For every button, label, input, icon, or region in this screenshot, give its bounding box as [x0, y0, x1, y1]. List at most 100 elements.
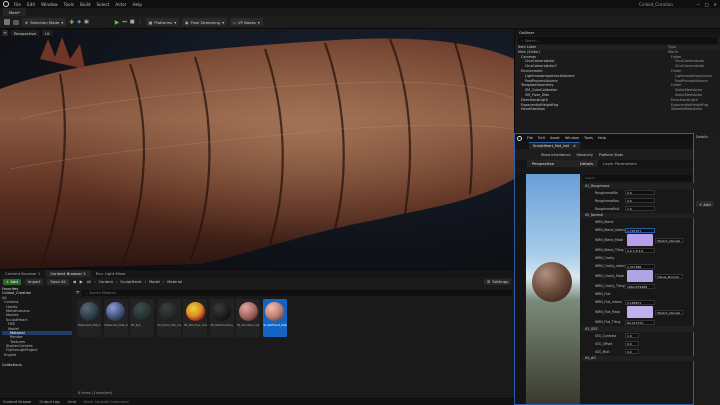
- asset-tile[interactable]: MI_SkinMat_inst: [236, 299, 260, 337]
- breadcrumb-item[interactable]: Content: [99, 280, 113, 284]
- close-icon[interactable]: ✕: [573, 144, 576, 148]
- property-value[interactable]: 0.0: [625, 190, 655, 195]
- details-tab[interactable]: Details: [694, 133, 720, 141]
- add-actor-icon[interactable]: ✚: [69, 19, 74, 26]
- asset-tile[interactable]: Material2_Mat_Inst: [103, 299, 128, 337]
- menu-item[interactable]: Tools: [584, 136, 593, 140]
- outliner-row[interactable]: HeartSkeleton SkeletalMeshActor: [515, 107, 720, 112]
- import-button[interactable]: Import: [24, 278, 44, 285]
- settings-button[interactable]: ⚙ Settings: [484, 278, 511, 285]
- platform-stats-button[interactable]: Platform Stats: [599, 153, 623, 157]
- texture-thumbnail[interactable]: [627, 306, 653, 318]
- property-value[interactable]: 1.797977: [625, 227, 655, 233]
- texture-dropdown[interactable]: Tissue_Normal: [655, 273, 683, 279]
- asset-search-input[interactable]: ⌕ Search Material: [82, 289, 512, 296]
- hierarchy-button[interactable]: Hierarchy: [576, 153, 592, 157]
- add-button[interactable]: + Add: [3, 278, 21, 285]
- content-drawer-button[interactable]: Content Drawer: [3, 400, 32, 404]
- close-icon[interactable]: ✕: [713, 2, 717, 7]
- tab-viewport[interactable]: Perspective: [527, 160, 575, 167]
- perspective-button[interactable]: Perspective: [11, 30, 39, 36]
- collections-header[interactable]: Collections: [2, 363, 72, 367]
- property-value[interactable]: 4.0 1.8 4.0: [625, 247, 655, 253]
- maximize-icon[interactable]: □: [705, 2, 709, 7]
- sequencer-icon[interactable]: ▣: [84, 19, 89, 25]
- selection-mode-dropdown[interactable]: ➤ Selection Mode ▾: [22, 18, 67, 26]
- viewport-menu-icon[interactable]: ≡: [2, 30, 8, 36]
- tab-content-browser-1[interactable]: Content Browser 1: [0, 270, 45, 277]
- menu-select[interactable]: Select: [96, 2, 109, 7]
- play-options-icon[interactable]: ⋮: [138, 19, 143, 25]
- menu-item[interactable]: Asset: [550, 136, 560, 140]
- texture-thumbnail[interactable]: [627, 234, 653, 246]
- property-value[interactable]: 1.0: [625, 206, 655, 211]
- menu-edit[interactable]: Edit: [27, 2, 35, 7]
- property-value[interactable]: 60.417370: [625, 319, 655, 325]
- menu-item[interactable]: Help: [598, 136, 606, 140]
- unreal-logo-icon[interactable]: [517, 135, 522, 141]
- output-log-button[interactable]: Output Log: [40, 400, 60, 404]
- save-icon[interactable]: [4, 19, 10, 25]
- add-component-button[interactable]: + Add: [696, 201, 714, 207]
- minimize-icon[interactable]: ─: [697, 2, 700, 7]
- platforms-button[interactable]: ▦ Platforms ▾: [145, 18, 180, 26]
- asset-tile[interactable]: MI_Eye: [130, 299, 154, 337]
- tab-details[interactable]: Details: [575, 160, 599, 167]
- property-value[interactable]: 0.0: [625, 349, 639, 354]
- stop-icon[interactable]: ■: [130, 19, 135, 25]
- menu-actor[interactable]: Actor: [115, 2, 126, 7]
- blueprint-icon[interactable]: ◆: [77, 19, 81, 25]
- level-tab[interactable]: Main*: [3, 8, 26, 16]
- cmd-dropdown[interactable]: Cmd: [68, 400, 76, 404]
- texture-dropdown[interactable]: Stretch_Normal: [655, 309, 683, 315]
- section-ao[interactable]: 04_AO: [581, 355, 694, 361]
- breadcrumb-item[interactable]: SculptHeart: [120, 280, 141, 284]
- menu-item[interactable]: Window: [565, 136, 579, 140]
- menu-window[interactable]: Window: [41, 2, 58, 7]
- outliner-search[interactable]: ⌕ Search...: [518, 37, 717, 44]
- play-icon[interactable]: ▶: [115, 19, 120, 26]
- asset-tile[interactable]: Material1_Mat_Inst: [77, 299, 101, 337]
- property-value[interactable]: 0.0: [625, 341, 639, 346]
- tab-env-light-mixer[interactable]: Env. Light Mixer: [91, 270, 131, 277]
- unreal-logo-icon[interactable]: [3, 1, 9, 7]
- browse-icon[interactable]: [13, 19, 19, 25]
- tab-layer-parameters[interactable]: Layer Parameters: [598, 160, 642, 167]
- menu-file[interactable]: File: [14, 2, 21, 7]
- lit-button[interactable]: Lit: [42, 30, 53, 36]
- step-icon[interactable]: ⏭: [122, 19, 127, 25]
- asset-tile[interactable]: MI_Eye2_Mat_Inst: [156, 299, 181, 337]
- breadcrumb-item[interactable]: All: [87, 280, 91, 284]
- console-input[interactable]: Enter Console Command: [84, 400, 129, 404]
- details-search[interactable]: Search: [583, 175, 692, 181]
- property-value[interactable]: 1.0: [625, 333, 639, 338]
- texture-thumbnail[interactable]: [627, 270, 653, 282]
- asset-tile[interactable]: MI_Mat_Eye_Inst: [183, 299, 207, 337]
- breadcrumb-item[interactable]: Material: [167, 280, 182, 284]
- menu-build[interactable]: Build: [80, 2, 91, 7]
- property-value[interactable]: 1864.879988: [625, 283, 655, 289]
- menu-tools[interactable]: Tools: [64, 2, 74, 7]
- property-value[interactable]: 1.317486: [625, 263, 655, 269]
- asset-tile[interactable]: MI_MetaSurface_inst: [209, 299, 234, 337]
- property-value[interactable]: 0.5: [625, 198, 655, 203]
- material-preview-viewport[interactable]: [526, 174, 580, 404]
- menu-item[interactable]: Edit: [538, 136, 545, 140]
- asset-tile-selected[interactable]: SculptHeart_Mat_Inst: [262, 299, 287, 337]
- forward-icon[interactable]: ▶: [80, 279, 83, 284]
- show-inheritance-button[interactable]: Show Inheritance: [541, 153, 570, 157]
- menu-help[interactable]: Help: [132, 2, 142, 7]
- tree-item[interactable]: Engine: [2, 353, 72, 357]
- pixel-streaming-button[interactable]: ◉ Pixel Streaming ▾: [182, 18, 227, 26]
- filter-icon[interactable]: ⛛: [76, 290, 79, 295]
- vp-nodes-button[interactable]: ◇ VP Nodes ▾: [230, 18, 263, 26]
- breadcrumb-item[interactable]: Model: [149, 280, 160, 284]
- save-all-button[interactable]: Save All: [47, 278, 69, 285]
- texture-dropdown[interactable]: Stretch_Normal: [655, 237, 683, 243]
- level-viewport[interactable]: [0, 29, 514, 269]
- back-icon[interactable]: ◀: [73, 279, 76, 284]
- tab-content-browser-2[interactable]: Content Browser 2: [45, 270, 91, 277]
- material-tab[interactable]: SculptHeart_Mat_Inst ✕: [529, 142, 580, 149]
- property-value[interactable]: 0.186871: [625, 299, 655, 305]
- menu-item[interactable]: File: [527, 136, 533, 140]
